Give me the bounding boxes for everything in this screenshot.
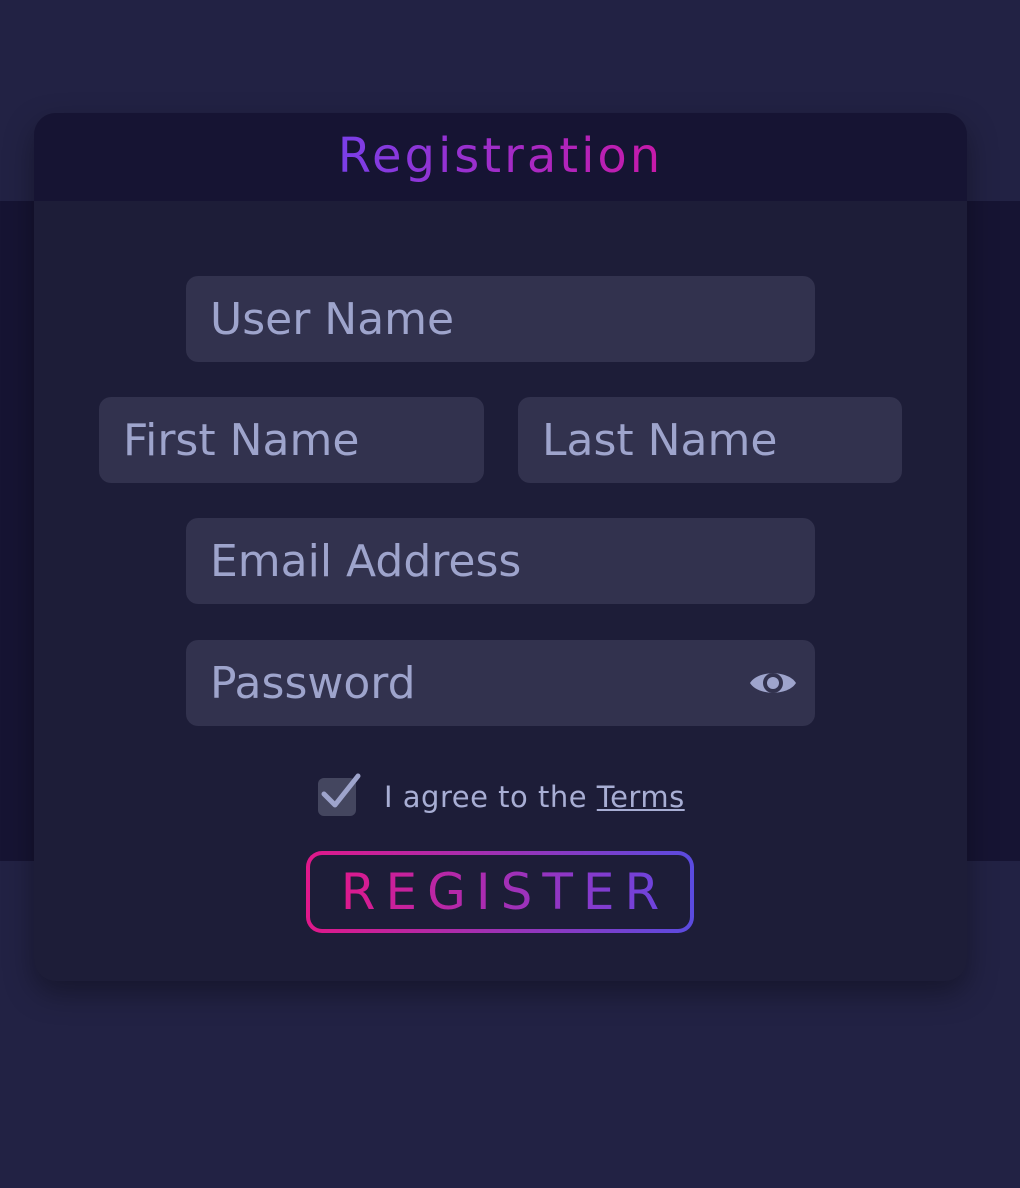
agree-terms-row: I agree to the Terms <box>318 773 685 817</box>
checkmark-icon <box>321 773 361 808</box>
card-header: Registration <box>34 113 967 201</box>
register-button[interactable]: REGISTER <box>306 851 694 933</box>
last-name-field[interactable] <box>518 397 902 483</box>
last-name-input[interactable] <box>542 397 878 483</box>
email-field[interactable] <box>186 518 815 604</box>
agree-text: I agree to the <box>384 780 597 814</box>
email-input[interactable] <box>210 518 791 604</box>
register-button-label: REGISTER <box>331 863 669 921</box>
agree-label: I agree to the Terms <box>384 780 685 814</box>
eye-icon[interactable] <box>747 657 799 709</box>
terms-link[interactable]: Terms <box>597 780 685 814</box>
password-input[interactable] <box>210 640 747 726</box>
registration-card: Registration I agree to the Terms <box>34 113 967 981</box>
page-title: Registration <box>337 128 664 184</box>
agree-checkbox[interactable] <box>318 773 361 816</box>
username-input[interactable] <box>210 276 791 362</box>
first-name-field[interactable] <box>99 397 484 483</box>
password-field[interactable] <box>186 640 815 726</box>
first-name-input[interactable] <box>123 397 460 483</box>
username-field[interactable] <box>186 276 815 362</box>
